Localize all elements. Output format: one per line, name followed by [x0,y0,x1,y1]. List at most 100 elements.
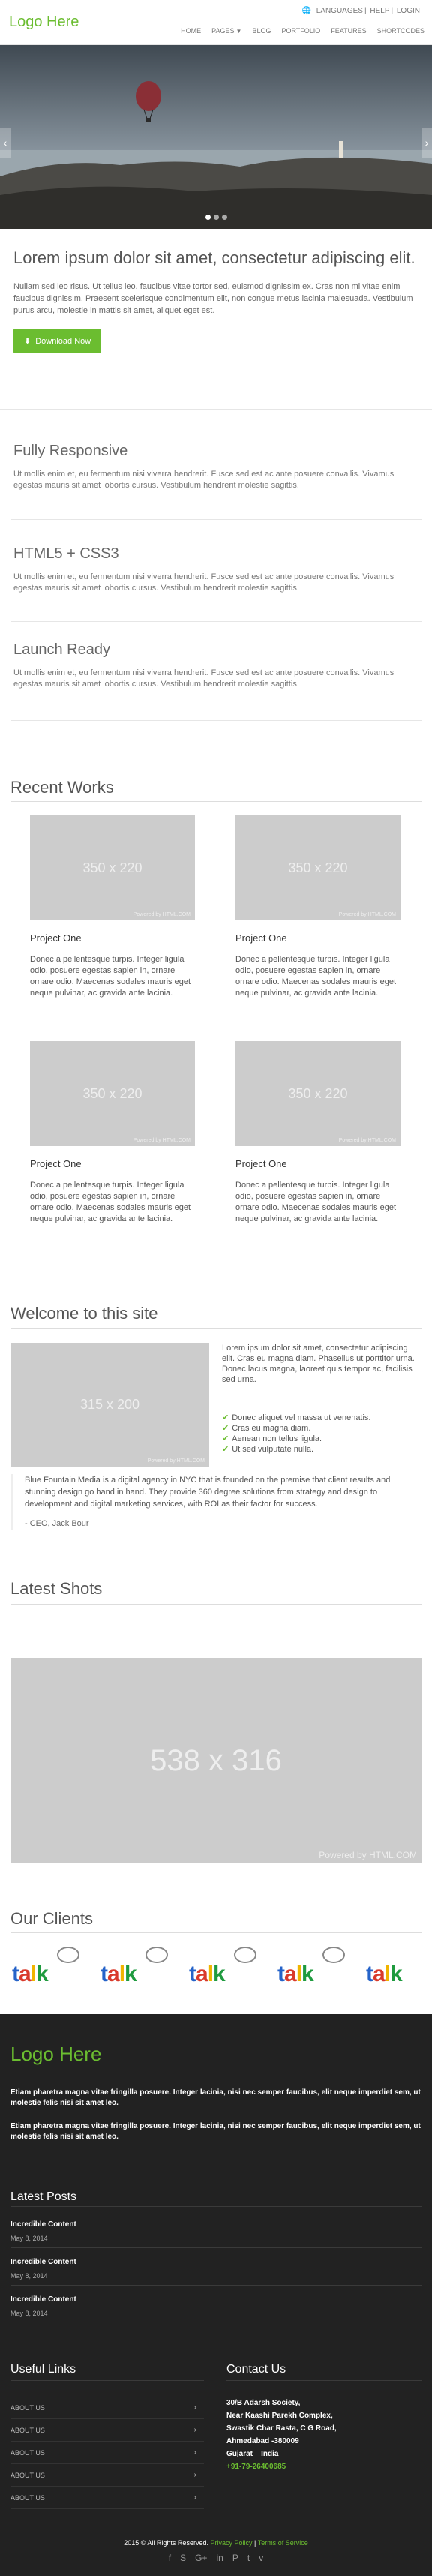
project-title[interactable]: Project One [30,1158,195,1169]
divider [0,409,432,410]
slider-dot[interactable] [214,215,219,220]
testimonial-quote: Blue Fountain Media is a digital agency … [10,1474,422,1530]
placeholder-powered: Powered by HTML.COM [133,912,190,917]
footer-divider [10,2380,204,2381]
nav-shortcodes[interactable]: SHORTCODES [377,27,424,35]
project-card[interactable]: 350 x 220 Powered by HTML.COM Project On… [236,815,400,999]
useful-link-label: ABOUT US [10,2449,45,2457]
client-logo-wordmark: talk [100,1962,137,1986]
speech-bubble-icon [146,1947,168,1963]
placeholder-powered: Powered by HTML.COM [338,1138,396,1143]
latest-posts-title: Latest Posts [10,2190,77,2203]
slider-next-arrow[interactable]: › [422,128,432,158]
help-link[interactable]: HELP [370,7,389,15]
project-card[interactable]: 350 x 220 Powered by HTML.COM Project On… [236,1041,400,1225]
check-icon: ✔ [222,1424,230,1433]
nav-portfolio[interactable]: PORTFOLIO [281,27,320,35]
post-date: May 8, 2014 [10,2235,48,2242]
privacy-policy-link[interactable]: Privacy Policy [210,2539,252,2547]
client-logo[interactable]: talk [276,1939,348,1992]
address-line: Near Kaashi Parekh Complex, [226,2412,333,2420]
feature-launch-ready: Launch Ready Ut mollis enim et, eu ferme… [14,641,418,690]
checklist-item: ✔ Cras eu magna diam. [222,1423,417,1434]
intro-section: Lorem ipsum dolor sit amet, consectetur … [14,248,418,353]
slider-dot[interactable] [206,215,211,220]
project-image-placeholder: 350 x 220 Powered by HTML.COM [236,1041,400,1146]
welcome-image-placeholder: 315 x 200 Powered by HTML.COM [10,1343,209,1467]
project-title[interactable]: Project One [236,1158,400,1169]
client-logo[interactable]: talk [10,1939,82,1992]
feature-title: Launch Ready [14,641,110,658]
project-card[interactable]: 350 x 220 Powered by HTML.COM Project On… [30,1041,195,1225]
slider-dot[interactable] [222,215,227,220]
placeholder-size: 350 x 220 [288,1085,348,1101]
terms-of-service-link[interactable]: Terms of Service [258,2539,308,2547]
placeholder-size: 315 x 200 [80,1397,140,1412]
facebook-icon[interactable]: f [169,2553,171,2563]
useful-link[interactable]: ABOUT US › [10,2442,204,2464]
nav-home[interactable]: HOME [181,27,201,35]
project-text: Donec a pellentesque turpis. Integer lig… [236,1181,397,1223]
site-logo[interactable]: Logo Here [9,14,79,31]
pinterest-icon[interactable]: P [232,2553,238,2563]
project-title[interactable]: Project One [236,932,400,944]
client-logo[interactable]: talk [99,1939,171,1992]
checklist-item-text: Ut sed vulputate nulla. [232,1445,314,1454]
recent-works-title: Recent Works [10,778,114,797]
placeholder-size: 538 x 316 [150,1743,282,1777]
project-card[interactable]: 350 x 220 Powered by HTML.COM Project On… [30,815,195,999]
slider-dots [206,215,227,220]
nav-blog[interactable]: BLOG [252,27,271,35]
client-logos: talk talk talk talk talk [10,1939,410,1992]
post-item[interactable]: Incredible Content May 8, 2014 [10,2258,422,2280]
footer-divider [226,2380,422,2381]
placeholder-size: 350 x 220 [288,860,348,875]
shot-image-placeholder[interactable]: 538 x 316 Powered by HTML.COM [10,1658,422,1863]
speech-bubble-icon [234,1947,256,1963]
post-title[interactable]: Incredible Content [10,2220,422,2229]
copyright-text: 2015 © All Rights Reserved. [124,2539,208,2547]
nav-features[interactable]: FEATURES [331,27,366,35]
feature-text: Ut mollis enim et, eu fermentum nisi viv… [14,470,394,490]
download-button[interactable]: ⬇ Download Now [14,329,102,353]
client-logo[interactable]: talk [188,1939,260,1992]
globe-icon: 🌐 [302,7,311,15]
skype-icon[interactable]: S [180,2553,186,2563]
useful-link[interactable]: ABOUT US › [10,2419,204,2442]
hero-image [0,45,432,229]
contact-phone[interactable]: +91-79-26400685 [226,2460,422,2473]
useful-links-title: Useful Links [10,2363,76,2376]
twitter-icon[interactable]: t [248,2553,250,2563]
project-image-placeholder: 350 x 220 Powered by HTML.COM [30,815,195,920]
footer-logo[interactable]: Logo Here [10,2043,101,2066]
divider [10,519,422,520]
placeholder-powered: Powered by HTML.COM [133,1138,190,1143]
feature-html5-css3: HTML5 + CSS3 Ut mollis enim et, eu ferme… [14,545,418,594]
welcome-text: Lorem ipsum dolor sit amet, consectetur … [222,1344,415,1384]
chevron-right-icon: › [194,2471,196,2479]
quote-author: - CEO, Jack Bour [25,1519,89,1528]
languages-link[interactable]: LANGUAGES [316,7,363,15]
linkedin-icon[interactable]: in [217,2553,224,2563]
post-item[interactable]: Incredible Content May 8, 2014 [10,2220,422,2242]
post-title[interactable]: Incredible Content [10,2258,422,2266]
slider-prev-arrow[interactable]: ‹ [0,128,10,158]
client-logo[interactable]: talk [364,1939,410,1992]
login-link[interactable]: LOGIN [397,7,420,15]
useful-link-label: ABOUT US [10,2494,45,2502]
check-icon: ✔ [222,1445,230,1454]
useful-link[interactable]: ABOUT US › [10,2397,204,2419]
useful-link[interactable]: ABOUT US › [10,2487,204,2509]
footer-text: Etiam pharetra magna vitae fringilla pos… [10,2122,421,2141]
useful-link[interactable]: ABOUT US › [10,2464,204,2487]
speech-bubble-icon [322,1947,345,1963]
vimeo-icon[interactable]: v [259,2553,263,2563]
welcome-title: Welcome to this site [10,1304,158,1323]
nav-pages[interactable]: PAGES ▼ [212,27,242,35]
post-title[interactable]: Incredible Content [10,2295,422,2304]
checklist-item: ✔ Ut sed vulputate nulla. [222,1444,417,1455]
post-item[interactable]: Incredible Content May 8, 2014 [10,2295,422,2317]
project-title[interactable]: Project One [30,932,195,944]
contact-address: 30/B Adarsh Society, Near Kaashi Parekh … [226,2397,422,2473]
google-plus-icon[interactable]: G+ [195,2553,207,2563]
